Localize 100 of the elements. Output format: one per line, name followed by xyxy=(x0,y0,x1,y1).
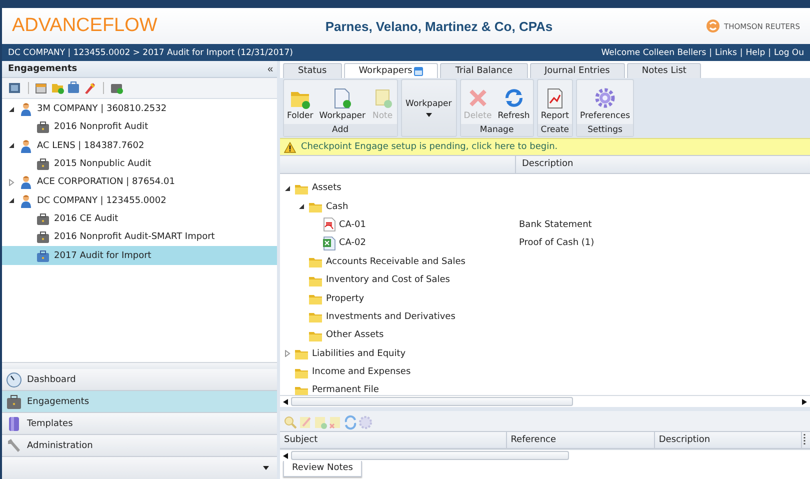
collapse-arrow-icon[interactable] xyxy=(284,184,291,192)
header-link[interactable]: Log Ou xyxy=(774,48,804,58)
expand-arrow-icon[interactable] xyxy=(8,178,15,186)
horizontal-scrollbar[interactable] xyxy=(280,395,810,407)
add-folder-icon[interactable] xyxy=(51,81,65,95)
folder-icon xyxy=(308,255,323,268)
notice-text[interactable]: Checkpoint Engage setup is pending, click here to begin. xyxy=(301,142,558,152)
navigation-item[interactable]: Templates xyxy=(2,413,277,435)
folder-icon xyxy=(308,310,323,324)
ribbon-button[interactable]: Refresh xyxy=(494,80,533,124)
engagement-name[interactable]: 2016 Nonprofit Audit-SMART Import xyxy=(54,232,215,242)
engagement-name[interactable]: 2016 CE Audit xyxy=(54,214,118,224)
tab[interactable]: Workpapers xyxy=(344,63,438,78)
scroll-left-icon[interactable] xyxy=(283,452,288,458)
window-icon xyxy=(414,66,424,76)
separator-text: | xyxy=(740,48,743,58)
expand-arrow-icon[interactable] xyxy=(284,350,291,358)
collapse-button[interactable]: « xyxy=(267,64,273,74)
tab[interactable]: Status xyxy=(283,63,342,78)
navigation-item[interactable]: Administration xyxy=(2,435,277,457)
collapse-arrow-icon[interactable] xyxy=(8,142,15,150)
tab[interactable]: Journal Entries xyxy=(530,63,625,78)
splitter-handle[interactable] xyxy=(2,362,277,369)
collapse-arrow-icon[interactable] xyxy=(8,197,15,204)
briefcase-icon[interactable] xyxy=(67,81,81,95)
caret-icon[interactable] xyxy=(263,466,269,470)
folder-name[interactable]: Property xyxy=(326,294,364,304)
column-header[interactable]: Reference xyxy=(506,432,655,448)
column-menu-icon[interactable] xyxy=(802,434,807,446)
tab[interactable]: Trial Balance xyxy=(440,63,528,78)
ribbon-button[interactable]: Preferences xyxy=(577,80,634,124)
engagement-name[interactable]: 2017 Audit for Import xyxy=(54,250,152,261)
settings-icon xyxy=(594,87,616,109)
selected-row[interactable]: 2017 Audit for Import xyxy=(2,246,277,265)
briefcase-icon xyxy=(36,230,50,244)
folder-name[interactable]: Accounts Receivable and Sales xyxy=(326,256,466,267)
engagement-name[interactable]: 2016 Nonprofit Audit xyxy=(54,122,148,132)
folder-name[interactable]: Assets xyxy=(312,183,342,194)
tab[interactable]: Review Notes xyxy=(283,461,362,477)
person-icon xyxy=(19,102,33,116)
add-briefcase-icon[interactable] xyxy=(110,81,124,95)
scroll-left-icon[interactable] xyxy=(283,398,288,404)
scroll-right-icon[interactable] xyxy=(802,398,807,404)
separator-text: | xyxy=(768,48,772,58)
briefcase-icon xyxy=(36,212,50,226)
folder-name[interactable]: Liabilities and Equity xyxy=(312,348,406,359)
firm-name: Parnes, Velano, Martinez & Co, CPAs xyxy=(324,18,554,34)
horizontal-scrollbar[interactable] xyxy=(280,449,810,461)
new-item-icon[interactable] xyxy=(35,81,49,95)
breadcrumb: DC COMPANY | 123455.0002 > 2017 Audit for Import (12/31/2017) xyxy=(8,48,293,58)
ribbon-button[interactable]: Workpaper xyxy=(402,80,456,136)
folder-name[interactable]: Cash xyxy=(326,202,348,212)
folder-name[interactable]: Permanent File xyxy=(312,385,379,396)
notice-banner[interactable]: Checkpoint Engage setup is pending, click here to begin. xyxy=(280,138,810,155)
tab[interactable]: Notes List xyxy=(626,63,702,78)
edit-icon[interactable] xyxy=(83,81,97,95)
table-cell-text: Proof of Cash (1) xyxy=(518,238,594,248)
separator-text: | xyxy=(709,48,712,58)
header-link[interactable]: Links xyxy=(715,48,737,58)
group-label: Settings xyxy=(577,124,634,136)
open-icon[interactable] xyxy=(8,81,22,95)
panel-title: Engagements xyxy=(8,64,78,74)
folder-icon xyxy=(308,292,323,306)
refresh-icon xyxy=(502,87,525,109)
welcome-text: Welcome Colleen Bellers xyxy=(601,48,706,58)
warning-icon xyxy=(284,142,296,152)
column-header[interactable]: Description xyxy=(654,432,802,448)
vendor-logo-icon xyxy=(706,19,720,33)
column-header[interactable]: Subject xyxy=(280,432,507,448)
briefcase-icon xyxy=(6,394,22,410)
delete-icon xyxy=(466,87,489,109)
ribbon-button[interactable]: Folder xyxy=(284,80,316,124)
folder-name[interactable]: Other Assets xyxy=(326,330,384,340)
folder-name[interactable]: Inventory and Cost of Sales xyxy=(326,275,450,286)
person-icon xyxy=(19,138,33,153)
person-icon xyxy=(19,194,33,208)
refresh-icon[interactable] xyxy=(343,415,358,430)
workpaper-name[interactable]: CA-01 xyxy=(339,220,366,230)
folder-name[interactable]: Income and Expenses xyxy=(312,367,411,378)
ribbon-button[interactable]: Workpaper xyxy=(316,80,369,124)
navigation-item[interactable]: Engagements xyxy=(2,391,277,413)
wrench-icon xyxy=(6,438,22,454)
group-label: Manage xyxy=(460,124,533,136)
folder-icon xyxy=(294,347,309,360)
collapse-arrow-icon[interactable] xyxy=(8,106,15,113)
product-name: ADVANCEFLOW xyxy=(12,15,158,37)
column-header[interactable]: Description xyxy=(516,156,810,173)
navigation-item[interactable]: Dashboard xyxy=(2,369,277,391)
client-name[interactable]: DC COMPANY | 123455.0002 xyxy=(37,196,166,206)
collapse-arrow-icon[interactable] xyxy=(298,203,305,210)
group-label: Add xyxy=(284,124,397,136)
client-name[interactable]: AC LENS | 184387.7602 xyxy=(37,140,144,151)
folder-name[interactable]: Investments and Derivatives xyxy=(326,312,456,322)
ribbon-button[interactable]: Report xyxy=(538,80,572,124)
briefcase-icon xyxy=(36,157,50,172)
client-name[interactable]: ACE CORPORATION | 87654.01 xyxy=(37,177,175,188)
workpaper-name[interactable]: CA-02 xyxy=(339,238,366,248)
engagement-name[interactable]: 2015 Nonpublic Audit xyxy=(54,159,152,170)
client-name[interactable]: 3M COMPANY | 360810.2532 xyxy=(37,104,167,114)
header-link[interactable]: Help xyxy=(746,48,766,58)
